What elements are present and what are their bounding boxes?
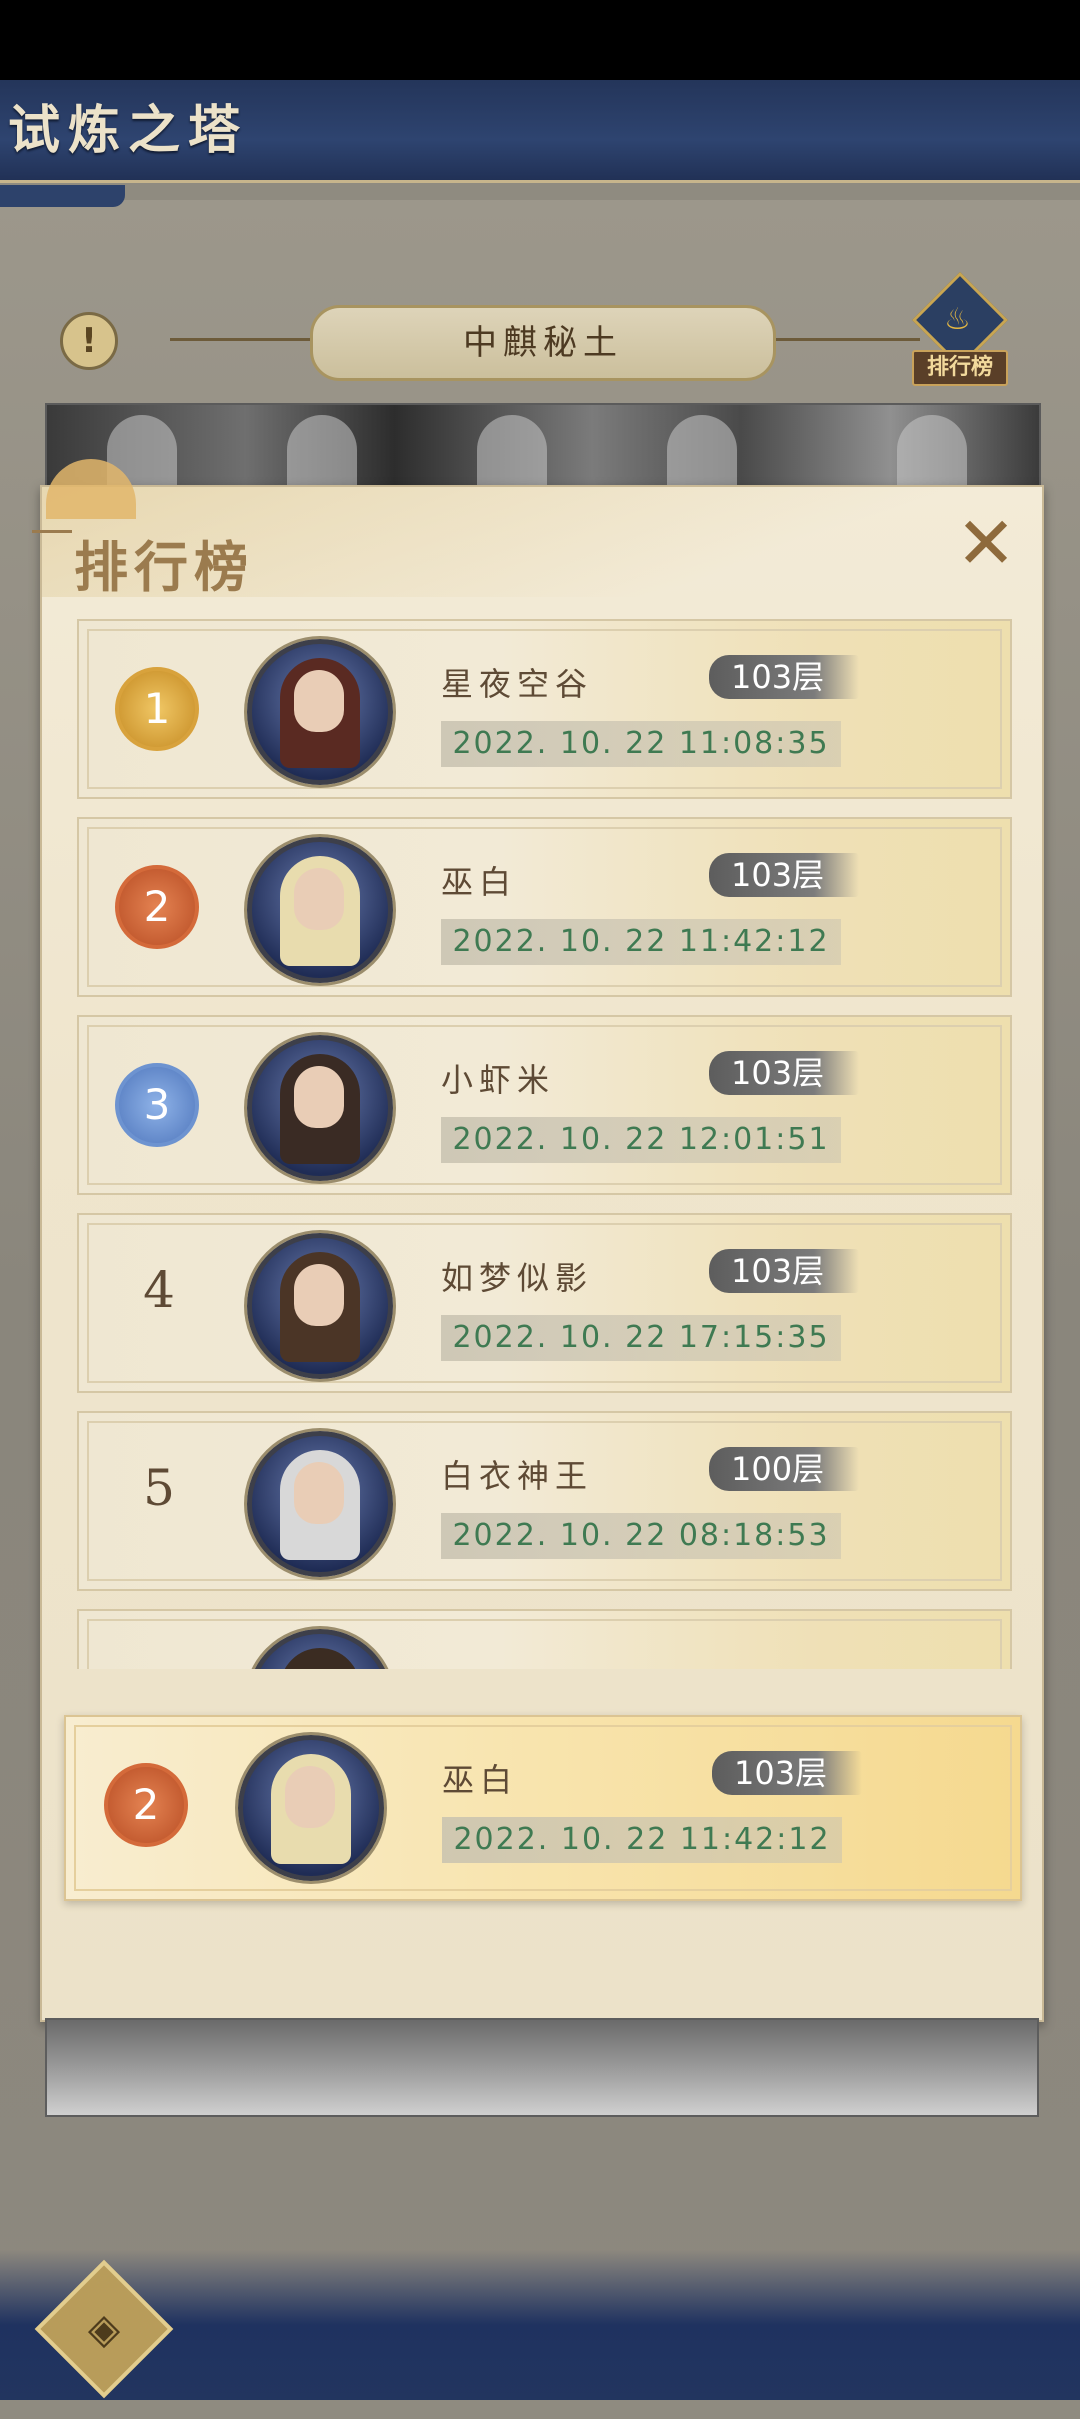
player-name: 小虾米: [441, 1061, 556, 1099]
floor-badge: 103层: [712, 1751, 862, 1795]
home-icon: ◈: [87, 2304, 121, 2353]
page-title: 试炼之塔: [8, 100, 249, 161]
clear-time: 2022. 10. 22 17:15:35: [441, 1315, 841, 1361]
leaderboard-row[interactable]: 5 白衣神王 100层 2022. 10. 22 08:18:53: [77, 1411, 1012, 1591]
title-bar: 试炼之塔: [0, 80, 1080, 183]
clear-time: 2022. 10. 22 11:42:12: [441, 919, 841, 965]
gold-medal-icon: 1: [115, 667, 199, 751]
leaderboard-row[interactable]: 4 如梦似影 103层 2022. 10. 22 17:15:35: [77, 1213, 1012, 1393]
leaderboard-row[interactable]: 2 巫白 103层 2022. 10. 22 11:42:12: [77, 817, 1012, 997]
rank-number: 5: [143, 1459, 175, 1517]
player-name: 白衣神王: [441, 1457, 594, 1495]
player-avatar[interactable]: [247, 1035, 393, 1181]
floor-badge: 103层: [709, 1249, 859, 1293]
leaderboard-row-partial[interactable]: [77, 1609, 1012, 1669]
info-icon[interactable]: !: [60, 312, 118, 370]
rank-number: 4: [143, 1261, 175, 1319]
floor-badge: 100层: [709, 1447, 859, 1491]
title-ornament: [0, 185, 125, 207]
silver-medal-icon: 2: [104, 1763, 188, 1847]
my-rank-row[interactable]: 2 巫白 103层 2022. 10. 22 11:42:12: [64, 1715, 1022, 1901]
silver-medal-icon: 2: [115, 865, 199, 949]
floor-badge: 103层: [709, 853, 859, 897]
bronze-medal-icon: 3: [115, 1063, 199, 1147]
clear-time: 2022. 10. 22 11:08:35: [441, 721, 841, 767]
flame-icon: ♨: [944, 302, 971, 337]
status-bar: [0, 0, 1080, 80]
title-dash: [32, 530, 72, 533]
player-avatar[interactable]: [238, 1735, 384, 1881]
player-avatar[interactable]: [247, 639, 393, 785]
floor-badge: 103层: [709, 655, 859, 699]
scenery-strip: [45, 2018, 1039, 2117]
clear-time: 2022. 10. 22 08:18:53: [441, 1513, 841, 1559]
player-name: 巫白: [442, 1761, 519, 1799]
floor-badge: 103层: [709, 1051, 859, 1095]
leaderboard-title: 排行榜: [74, 535, 254, 599]
player-name: 巫白: [441, 863, 518, 901]
clear-time: 2022. 10. 22 11:42:12: [442, 1817, 842, 1863]
player-avatar[interactable]: [247, 1629, 393, 1669]
leaderboard-row[interactable]: 1 星夜空谷 103层 2022. 10. 22 11:08:35: [77, 619, 1012, 799]
player-name: 星夜空谷: [441, 665, 594, 703]
close-icon[interactable]: ✕: [952, 507, 1020, 579]
leaderboard-button-label: 排行榜: [912, 350, 1008, 386]
clear-time: 2022. 10. 22 12:01:51: [441, 1117, 841, 1163]
leaderboard-panel: 排行榜 ✕ 1 星夜空谷 103层 2022. 10. 22 11:08:35 …: [32, 459, 1044, 2022]
player-avatar[interactable]: [247, 1233, 393, 1379]
player-name: 如梦似影: [441, 1259, 594, 1297]
leaderboard-button[interactable]: ♨ 排行榜: [908, 271, 1009, 386]
stage-name-banner: 中麒秘土: [310, 305, 776, 381]
leaderboard-list[interactable]: 1 星夜空谷 103层 2022. 10. 22 11:08:35 2 巫白 1…: [77, 619, 1012, 1669]
leaderboard-row[interactable]: 3 小虾米 103层 2022. 10. 22 12:01:51: [77, 1015, 1012, 1195]
player-avatar[interactable]: [247, 837, 393, 983]
player-avatar[interactable]: [247, 1431, 393, 1577]
